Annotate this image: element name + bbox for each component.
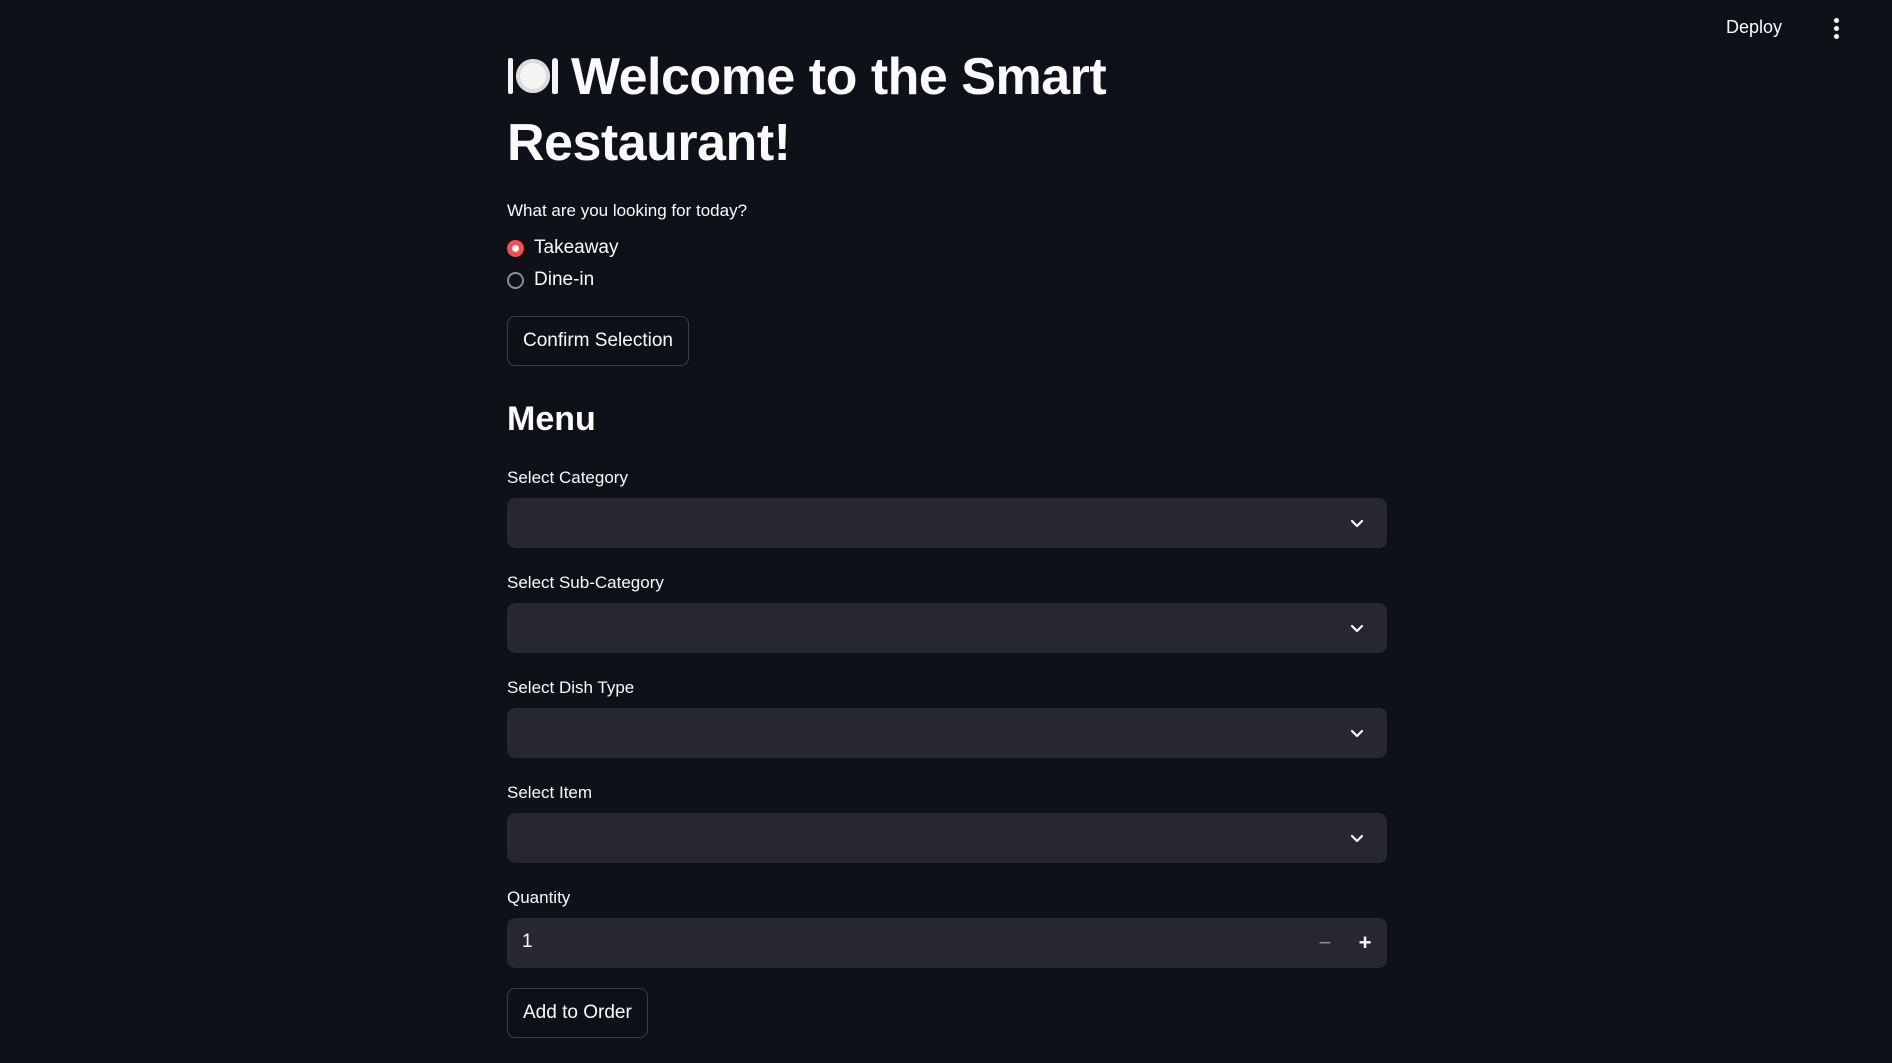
radio-dine-in[interactable]: Dine-in <box>507 269 594 291</box>
menu-heading: Menu <box>507 400 596 438</box>
radio-takeaway-label: Takeaway <box>534 237 619 258</box>
radio-selected-indicator <box>507 239 524 257</box>
page-title: Welcome to the Smart Restaurant! <box>507 44 1267 176</box>
increment-button[interactable]: + <box>1345 918 1385 968</box>
plate-cutlery-icon <box>507 56 559 96</box>
select-category-label: Select Category <box>507 468 628 487</box>
chevron-down-icon <box>1350 624 1364 633</box>
select-dish-type-dropdown[interactable] <box>507 708 1387 758</box>
select-sub-category-dropdown[interactable] <box>507 603 1387 653</box>
select-item-label: Select Item <box>507 783 593 802</box>
radio-dine-in-label: Dine-in <box>534 269 595 290</box>
radio-takeaway[interactable]: Takeaway <box>507 237 619 259</box>
chevron-down-icon <box>1350 519 1364 528</box>
select-category-dropdown[interactable] <box>507 498 1387 548</box>
quantity-label: Quantity <box>507 888 571 907</box>
quantity-input[interactable]: 1 <box>522 931 533 953</box>
quantity-stepper: 1 − + <box>507 918 1387 968</box>
kebab-menu-icon[interactable] <box>1832 18 1840 40</box>
select-item-dropdown[interactable] <box>507 813 1387 863</box>
select-dish-type-label: Select Dish Type <box>507 678 635 697</box>
chevron-down-icon <box>1350 729 1364 738</box>
page-title-text: Welcome to the Smart Restaurant! <box>507 48 1107 172</box>
confirm-selection-button[interactable]: Confirm Selection <box>507 316 689 366</box>
chevron-down-icon <box>1350 834 1364 843</box>
radio-unselected-indicator <box>507 271 524 289</box>
select-sub-category-label: Select Sub-Category <box>507 573 664 592</box>
decrement-button[interactable]: − <box>1305 918 1345 968</box>
add-to-order-button[interactable]: Add to Order <box>507 988 648 1038</box>
order-type-question: What are you looking for today? <box>507 201 748 220</box>
deploy-button[interactable]: Deploy <box>1726 17 1782 38</box>
